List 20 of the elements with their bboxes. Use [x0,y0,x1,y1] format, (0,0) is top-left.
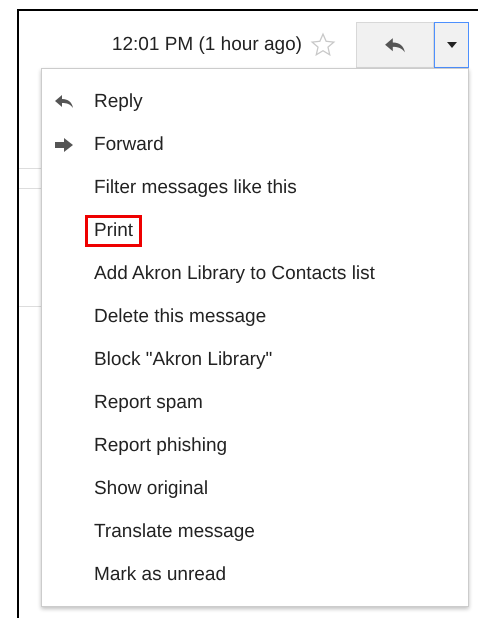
menu-item[interactable]: Add Akron Library to Contacts list [85,258,384,290]
reply-arrow-icon [54,94,74,109]
menu-item[interactable]: Mark as unread [85,558,236,590]
more-dropdown-button[interactable] [434,22,469,68]
menu-item[interactable]: Block "Akron Library" [85,344,282,376]
reply-arrow-icon [384,36,406,54]
reply-button[interactable] [356,22,434,68]
menu-item[interactable]: Print [85,214,142,246]
message-timestamp: 12:01 PM (1 hour ago) [112,34,302,56]
menu-item[interactable]: Forward [85,128,173,160]
forward-arrow-icon [54,138,74,152]
caret-icon [446,42,456,48]
menu-item[interactable]: Report spam [85,386,212,418]
menu-item[interactable]: Filter messages like this [85,172,306,204]
menu-item[interactable]: Translate message [85,516,264,548]
star-icon[interactable] [310,32,336,58]
menu-item[interactable]: Show original [85,472,218,504]
menu-item[interactable]: Delete this message [85,300,276,332]
menu-item[interactable]: Reply [85,86,152,118]
menu-item[interactable]: Report phishing [85,430,236,462]
